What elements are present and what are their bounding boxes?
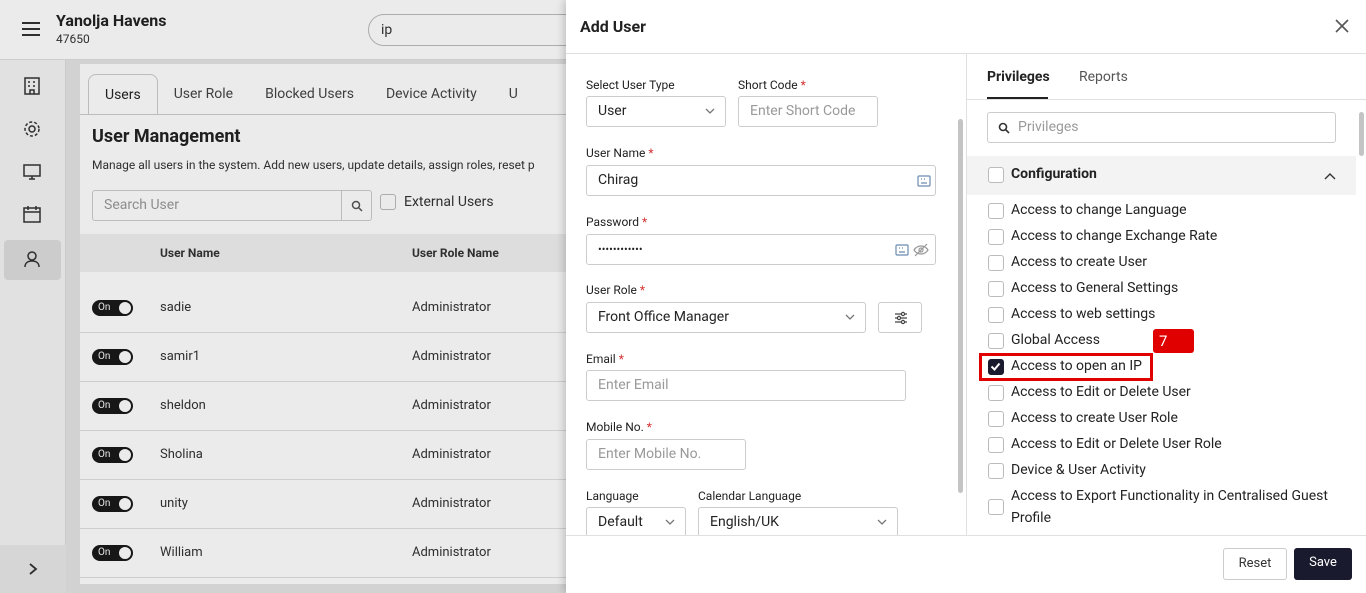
short-code-input[interactable]: Enter Short Code [738, 96, 878, 127]
privilege-checkbox[interactable] [988, 463, 1004, 479]
privilege-label: Access to Edit or Delete User Role [1011, 436, 1222, 452]
tab-reports[interactable]: Reports [1079, 69, 1128, 85]
privilege-label: Access to General Settings [1011, 280, 1179, 296]
privilege-checkbox[interactable] [988, 229, 1004, 245]
step-number-badge: 7 [1153, 329, 1194, 353]
user-role-value: Front Office Manager [598, 309, 729, 325]
user-role-label: User Role * [586, 283, 646, 297]
close-icon[interactable] [1334, 18, 1350, 34]
email-label: Email * [586, 352, 624, 366]
privilege-label: Access to web settings [1011, 306, 1156, 322]
user-name-label: User Name * [586, 146, 654, 160]
chevron-up-icon[interactable] [1324, 172, 1336, 180]
chevron-down-icon [705, 108, 715, 114]
privilege-label: Access to change Exchange Rate [1011, 228, 1218, 244]
keyboard-icon[interactable] [895, 243, 909, 257]
short-code-label: Short Code * [738, 78, 806, 92]
privilege-checkbox[interactable] [988, 499, 1004, 515]
privilege-label: Access to create User [1011, 254, 1147, 270]
privilege-checkbox[interactable] [988, 411, 1004, 427]
user-form: Select User Type User Short Code * Enter… [566, 54, 966, 535]
tab-privileges[interactable]: Privileges [987, 69, 1050, 85]
configuration-checkbox[interactable] [988, 167, 1004, 183]
modal-backdrop[interactable] [0, 0, 566, 593]
privilege-checkbox[interactable] [988, 307, 1004, 323]
form-scrollbar[interactable] [958, 119, 963, 493]
chevron-down-icon [877, 519, 887, 525]
step-highlight-box [979, 353, 1153, 381]
language-value: Default [598, 514, 643, 530]
password-label: Password * [586, 215, 648, 229]
mobile-input[interactable]: Enter Mobile No. [586, 439, 746, 470]
language-select[interactable]: Default [586, 507, 686, 535]
privilege-label: Device & User Activity [1011, 462, 1146, 478]
footer-divider [566, 535, 1366, 536]
modal-title: Add User [580, 17, 647, 36]
configuration-title: Configuration [1011, 166, 1097, 182]
save-button[interactable]: Save [1294, 548, 1352, 580]
privilege-checkbox[interactable] [988, 333, 1004, 349]
privilege-label: Global Access [1011, 332, 1100, 348]
user-type-value: User [598, 103, 627, 119]
privilege-checkbox[interactable] [988, 281, 1004, 297]
password-input[interactable]: •••••••••••• [586, 234, 936, 265]
chevron-down-icon [845, 314, 855, 320]
privilege-label: Access to change Language [1011, 202, 1187, 218]
mobile-label: Mobile No. * [586, 420, 652, 434]
privileges-panel: Privileges Reports Privileges Configurat… [967, 54, 1366, 535]
user-name-input[interactable]: Chirag [586, 165, 936, 196]
privileges-tabs-divider [967, 99, 1366, 100]
privilege-label: Access to create User Role [1011, 410, 1178, 426]
privileges-search-placeholder: Privileges [1018, 119, 1079, 135]
privilege-label: Access to Export Functionality in Centra… [1011, 488, 1328, 504]
privilege-checkbox[interactable] [988, 255, 1004, 271]
chevron-down-icon [665, 519, 675, 525]
add-user-drawer: Add User Select User Type User Short Cod… [566, 0, 1366, 593]
calendar-language-value: English/UK [710, 514, 779, 530]
privilege-label-continued: Profile [1011, 510, 1052, 526]
privilege-checkbox[interactable] [988, 437, 1004, 453]
configuration-section-header[interactable]: Configuration [967, 156, 1356, 195]
privilege-label: Access to Edit or Delete User [1011, 384, 1191, 400]
user-type-select[interactable]: User [586, 96, 726, 127]
email-input[interactable]: Enter Email [586, 370, 906, 401]
calendar-language-select[interactable]: English/UK [698, 507, 898, 535]
search-icon [998, 122, 1010, 134]
user-type-label: Select User Type [586, 78, 675, 92]
keyboard-icon[interactable] [917, 174, 931, 188]
sliders-icon [895, 311, 907, 325]
privilege-checkbox[interactable] [988, 385, 1004, 401]
password-value: •••••••••••• [598, 243, 643, 256]
language-label: Language [586, 489, 639, 503]
privileges-search-input[interactable]: Privileges [987, 112, 1336, 143]
eye-off-icon[interactable] [913, 243, 929, 257]
user-role-select[interactable]: Front Office Manager [586, 302, 866, 333]
calendar-language-label: Calendar Language [698, 489, 802, 503]
privilege-checkbox[interactable] [988, 203, 1004, 219]
privileges-scrollbar[interactable] [1359, 112, 1364, 156]
user-name-value: Chirag [598, 172, 639, 188]
reset-button[interactable]: Reset [1223, 548, 1287, 580]
role-settings-button[interactable] [878, 302, 922, 333]
